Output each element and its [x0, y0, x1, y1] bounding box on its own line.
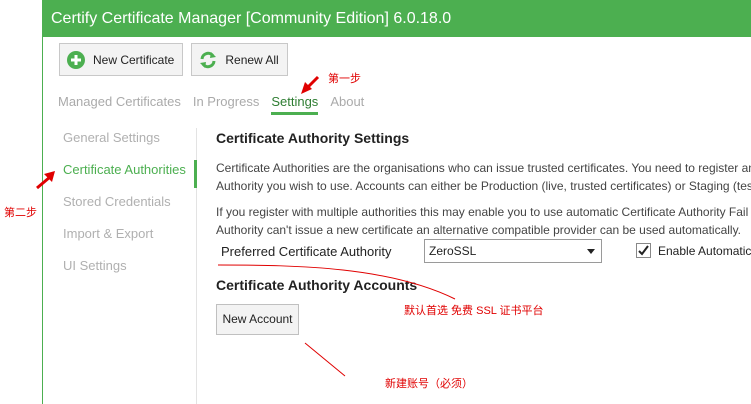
- tab-in-progress[interactable]: In Progress: [193, 92, 259, 115]
- annotation-step2: 第二步: [4, 207, 37, 219]
- enable-automatic-label: Enable Automatic: [658, 244, 751, 258]
- preferred-ca-label: Preferred Certificate Authority: [221, 244, 392, 259]
- sidebar-item-stored-credentials[interactable]: Stored Credentials: [63, 192, 193, 224]
- sidebar-selection-indicator: [194, 160, 197, 188]
- main-tabs: Managed Certificates In Progress Setting…: [58, 92, 364, 115]
- tab-about[interactable]: About: [330, 92, 364, 115]
- chevron-down-icon: [587, 249, 595, 254]
- renew-all-label: Renew All: [225, 52, 279, 67]
- preferred-ca-select[interactable]: ZeroSSL: [424, 239, 602, 263]
- sidebar-item-general-settings[interactable]: General Settings: [63, 128, 193, 160]
- window-title: Certify Certificate Manager [Community E…: [43, 0, 751, 37]
- checkmark-icon: [638, 245, 649, 256]
- ca-accounts-title: Certificate Authority Accounts: [216, 277, 418, 293]
- annotation-new-account-note: 新建账号（必须）: [385, 378, 473, 390]
- enable-automatic-checkbox[interactable]: [636, 243, 651, 258]
- ca-description-3: If you register with multiple authoritie…: [216, 205, 749, 219]
- plus-circle-icon: [66, 50, 86, 70]
- settings-sidebar: General Settings Certificate Authorities…: [63, 128, 193, 288]
- toolbar: New Certificate Renew All: [59, 43, 288, 78]
- annotation-step1: 第一步: [328, 73, 361, 85]
- app-window: Certify Certificate Manager [Community E…: [42, 0, 751, 404]
- tab-settings[interactable]: Settings: [271, 92, 319, 115]
- ca-description-4: Authority can't issue a new certificate …: [216, 223, 742, 237]
- ca-description-2: Authority you wish to use. Accounts can …: [216, 179, 751, 193]
- sidebar-item-import-export[interactable]: Import & Export: [63, 224, 193, 256]
- ca-settings-panel: Certificate Authority Settings Certifica…: [216, 130, 751, 404]
- sidebar-item-certificate-authorities[interactable]: Certificate Authorities: [63, 160, 193, 192]
- new-certificate-button[interactable]: New Certificate: [59, 43, 184, 76]
- ca-description-1: Certificate Authorities are the organisa…: [216, 161, 751, 175]
- tab-managed-certificates[interactable]: Managed Certificates: [58, 92, 181, 115]
- sidebar-item-ui-settings[interactable]: UI Settings: [63, 256, 193, 288]
- new-account-button[interactable]: New Account: [216, 304, 299, 335]
- ca-settings-title: Certificate Authority Settings: [216, 130, 410, 146]
- preferred-ca-value: ZeroSSL: [429, 244, 477, 258]
- renew-all-button[interactable]: Renew All: [191, 43, 288, 76]
- new-certificate-label: New Certificate: [93, 52, 175, 67]
- refresh-icon: [198, 50, 218, 70]
- annotation-default-note: 默认首选 免费 SSL 证书平台: [404, 305, 544, 317]
